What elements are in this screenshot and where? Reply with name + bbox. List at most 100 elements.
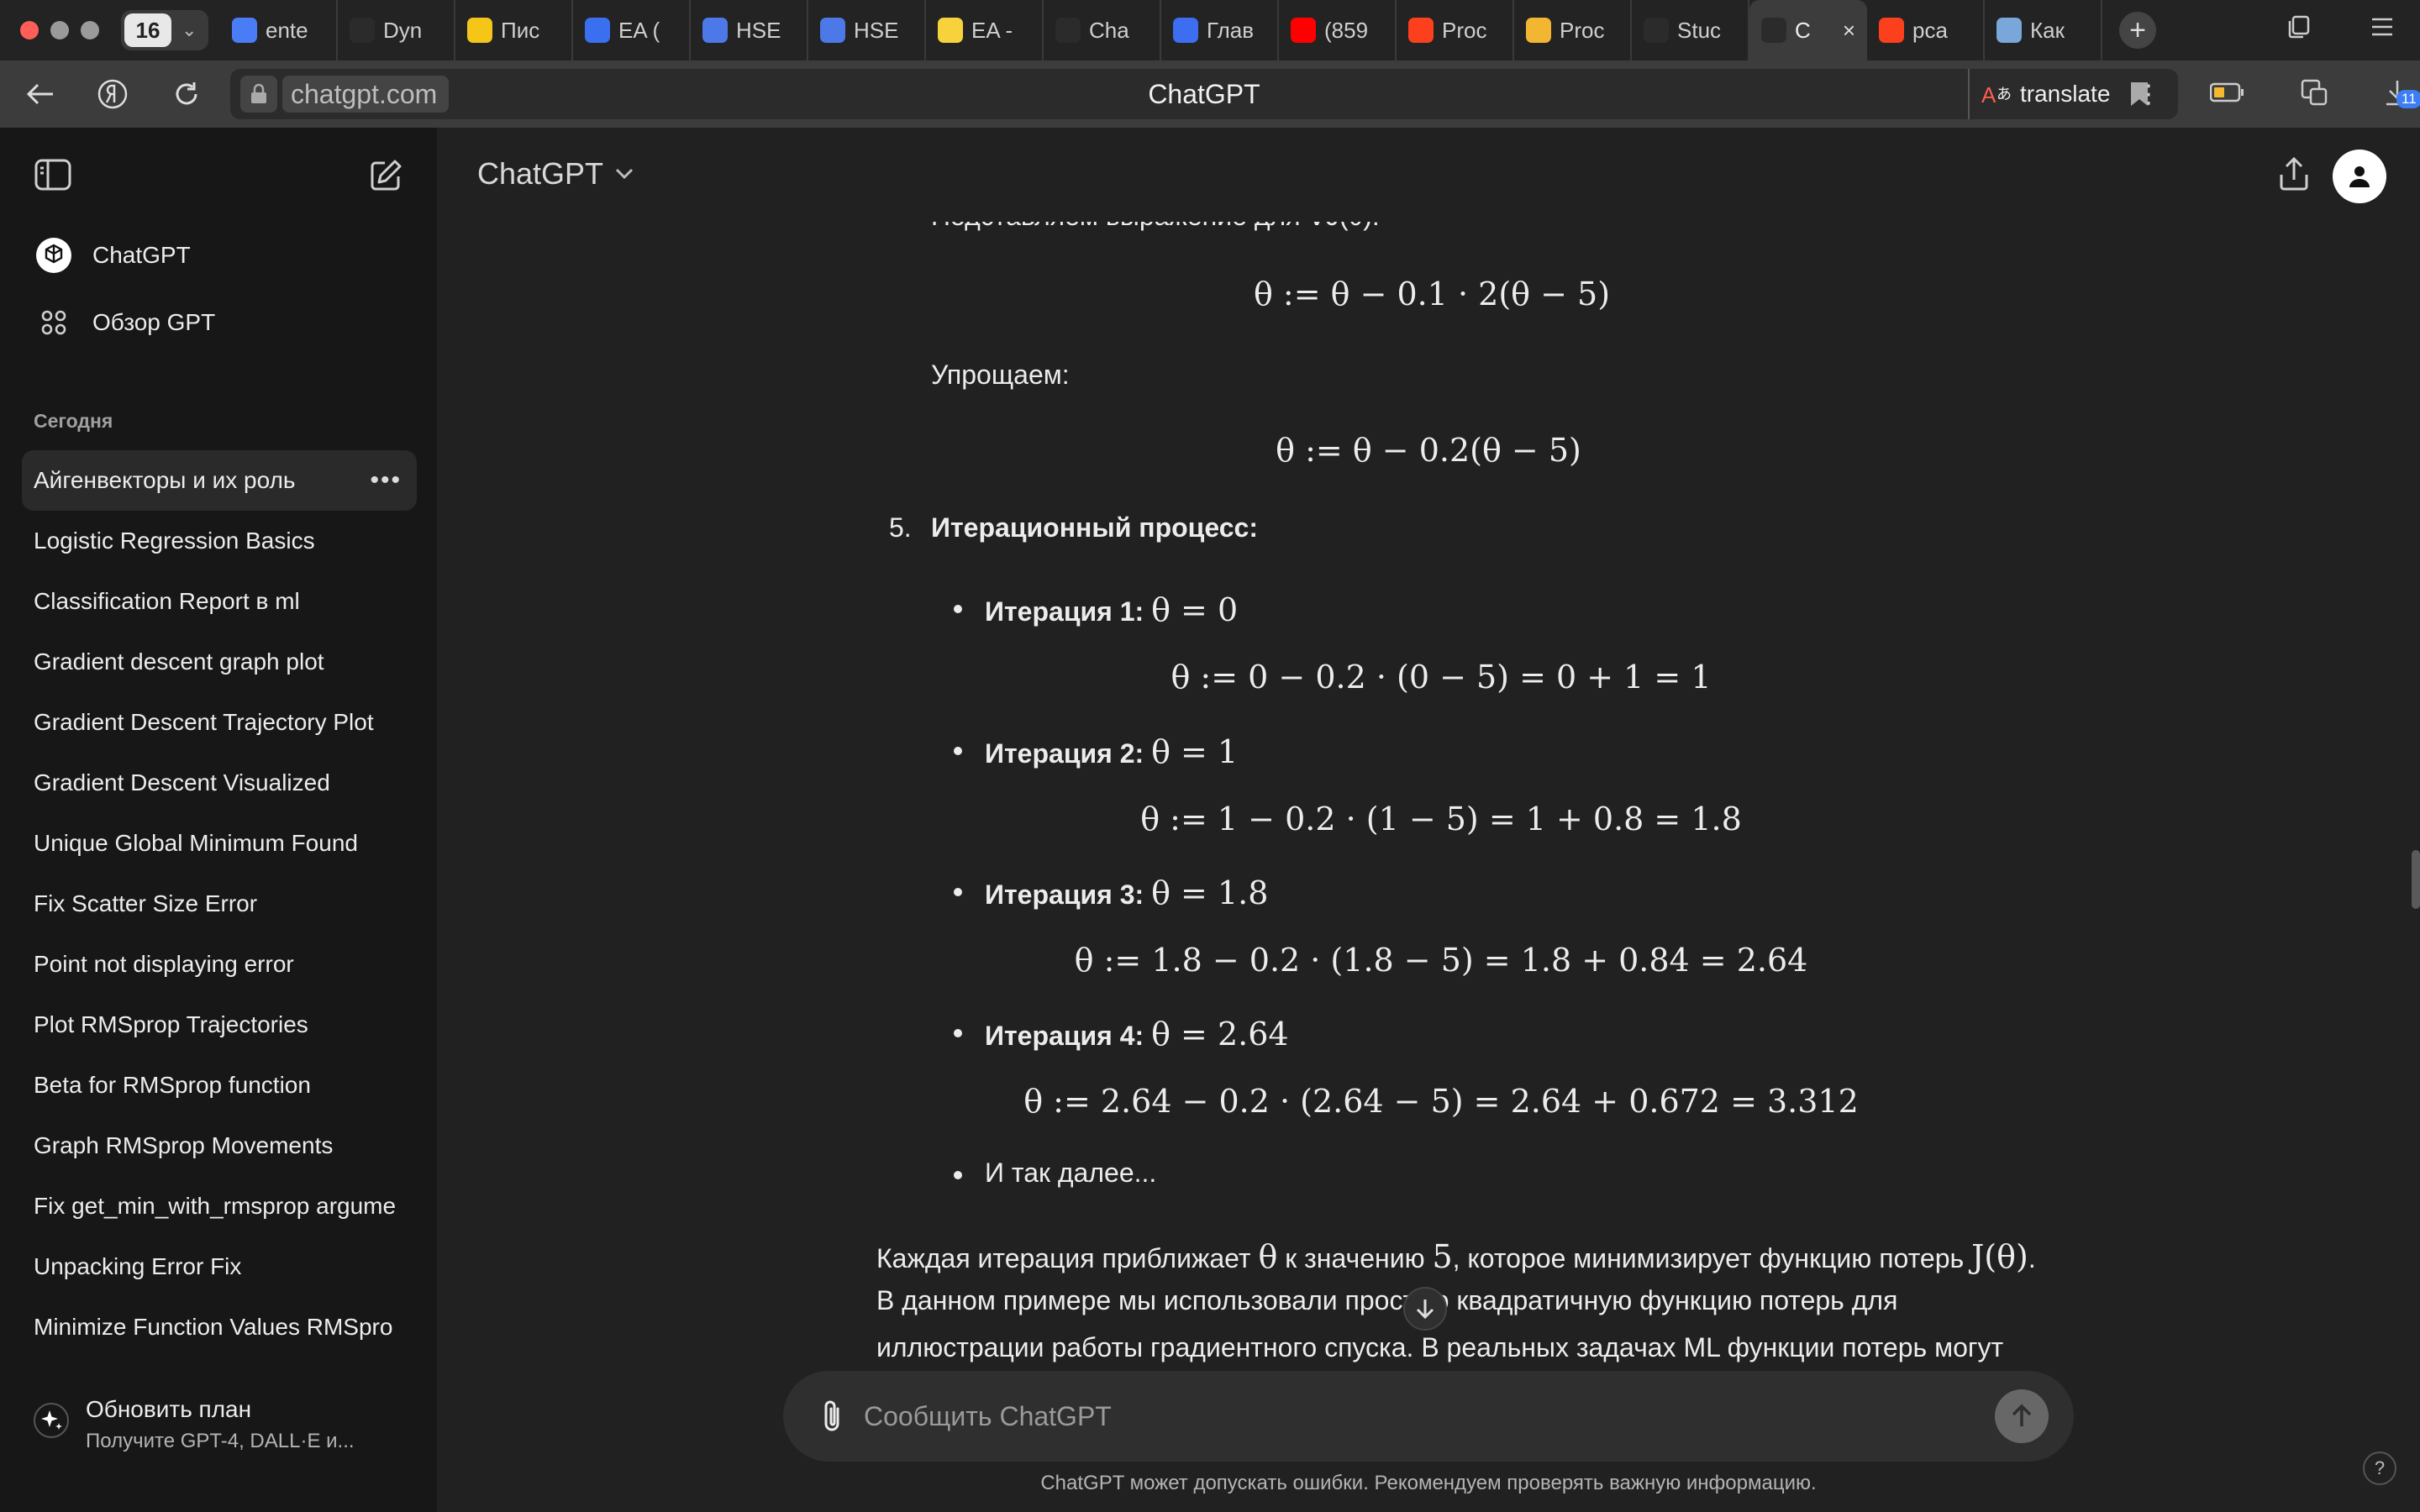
more-options-icon[interactable]: ••• — [370, 466, 402, 495]
browser-tab[interactable]: Как — [1985, 0, 2102, 60]
paragraph-line-2: В данном примере мы использовали простую… — [876, 1285, 1898, 1315]
battery-saver-icon[interactable] — [2209, 82, 2245, 107]
browser-tab[interactable]: Proc — [1514, 0, 1632, 60]
ea-icon — [585, 18, 610, 43]
browser-tab[interactable]: Stuc — [1632, 0, 1749, 60]
tab-title: C — [1795, 17, 1811, 43]
browser-tab[interactable]: EA - — [926, 0, 1044, 60]
address-field[interactable]: chatgpt.com ChatGPT — [230, 69, 2178, 119]
text-span: к значению — [1277, 1243, 1433, 1273]
browser-tab[interactable]: ente — [220, 0, 338, 60]
step-title: Итерационный процесс: — [931, 512, 1258, 543]
history-item[interactable]: Logistic Regression Basics — [22, 511, 417, 571]
reload-icon[interactable] — [170, 77, 203, 111]
paragraph-line-1: Каждая итерация приближает θ к значению … — [876, 1238, 2036, 1275]
tab-title: Пис — [501, 17, 540, 43]
upgrade-plan-button[interactable]: Обновить план Получите GPT-4, DALL·E и..… — [34, 1396, 355, 1453]
chevron-down-icon: ⌄ — [182, 19, 197, 40]
iteration-value: θ = 1.8 — [1151, 874, 1269, 911]
history-item[interactable]: Gradient descent graph plot — [22, 632, 417, 692]
browser-tab[interactable]: EA ( — [573, 0, 691, 60]
history-item[interactable]: Айгенвекторы и их роль ••• — [22, 450, 417, 511]
iteration-label: Итерация 2: — [985, 738, 1144, 769]
bullet — [954, 747, 962, 755]
user-avatar[interactable] — [2333, 150, 2386, 203]
history-item[interactable]: Point not displaying error — [22, 934, 417, 995]
browser-tab[interactable]: Глав — [1161, 0, 1279, 60]
browser-tab[interactable]: (859 — [1279, 0, 1397, 60]
help-button[interactable]: ? — [2363, 1452, 2396, 1485]
history-item-label: Classification Report в ml — [34, 588, 300, 614]
tab-title: ente — [266, 17, 308, 43]
tab-title: HSE — [736, 17, 781, 43]
close-window-button[interactable] — [20, 21, 39, 39]
translate-more-icon[interactable]: ⋮ — [2136, 80, 2161, 109]
browser-tab[interactable]: HSE — [808, 0, 926, 60]
browser-tab[interactable]: Proc — [1397, 0, 1514, 60]
history-item[interactable]: Unique Global Minimum Found — [22, 813, 417, 874]
browser-tab[interactable]: Cha — [1044, 0, 1161, 60]
message-input[interactable] — [864, 1391, 1956, 1441]
history-item[interactable]: Graph RMSprop Movements — [22, 1116, 417, 1176]
zoom-window-button[interactable] — [81, 21, 99, 39]
sidebar-toggle-icon[interactable] — [34, 158, 72, 197]
browser-tab-strip: 16 ⌄ ente Dyn Пис EA ( HSE HSE EA - Cha Глав (859… — [0, 0, 2420, 60]
tab-title: EA - — [971, 17, 1013, 43]
menu-icon[interactable] — [2370, 16, 2395, 45]
new-chat-icon[interactable] — [368, 158, 403, 197]
tab-count-button[interactable]: 16 ⌄ — [121, 10, 208, 50]
back-icon[interactable] — [24, 77, 57, 111]
history-item[interactable]: Fix get_min_with_rmsprop argume — [22, 1176, 417, 1236]
close-tab-icon[interactable]: × — [1843, 18, 1855, 44]
new-tab-button[interactable]: + — [2119, 12, 2156, 49]
conversation-header: ChatGPT — [437, 128, 2420, 222]
app-icon — [1996, 18, 2022, 43]
step-number: 5. — [889, 512, 912, 543]
sidebar-footer: Обновить план Получите GPT-4, DALL·E и..… — [0, 1374, 437, 1512]
history-item-label: Logistic Regression Basics — [34, 528, 315, 554]
attach-icon[interactable] — [812, 1396, 852, 1436]
model-selector[interactable]: ChatGPT — [477, 156, 634, 192]
math-span: 5 — [1432, 1238, 1453, 1275]
chat-history-list: Айгенвекторы и их роль ••• Logistic Regres… — [22, 450, 417, 1418]
minimize-window-button[interactable] — [50, 21, 69, 39]
browser-tab[interactable]: HSE — [691, 0, 808, 60]
sidebar-item-chatgpt[interactable]: ChatGPT — [34, 235, 191, 276]
send-button[interactable] — [1995, 1389, 2049, 1443]
sidebar-item-label: Обзор GPT — [92, 309, 216, 335]
scroll-to-bottom-button[interactable] — [1403, 1287, 1447, 1331]
yandex-logo-icon[interactable] — [96, 77, 129, 111]
text-span: , которое минимизирует функцию потерь — [1452, 1243, 1972, 1273]
browser-tab[interactable]: C × — [1749, 0, 1867, 60]
history-item[interactable]: Classification Report в ml — [22, 571, 417, 632]
history-item[interactable]: Minimize Function Values RMSpro — [22, 1297, 417, 1357]
tab-list: ente Dyn Пис EA (HSE HSE EA - Cha Глав (859 Proc P… — [220, 0, 2102, 60]
history-item[interactable]: Gradient Descent Trajectory Plot — [22, 692, 417, 753]
browser-tab[interactable]: Пис — [455, 0, 573, 60]
history-item[interactable]: Plot RMSprop Trajectories — [22, 995, 417, 1055]
tab-collections-icon[interactable] — [2286, 13, 2312, 47]
sidebar-item-explore-gpts[interactable]: Обзор GPT — [34, 302, 215, 343]
extensions-icon[interactable] — [2299, 77, 2329, 112]
translate-button[interactable]: Aあ translate ⋮ — [1968, 69, 2178, 119]
scrollbar-thumb[interactable] — [2412, 850, 2420, 909]
browser-tab[interactable]: pca — [1867, 0, 1985, 60]
etc-line: И так далее... — [985, 1158, 1157, 1188]
browser-tab[interactable]: Dyn — [338, 0, 455, 60]
github-icon — [1644, 18, 1669, 43]
history-item[interactable]: Gradient Descent Visualized — [22, 753, 417, 813]
history-item-label: Minimize Function Values RMSpro — [34, 1314, 393, 1340]
downloads-icon[interactable]: 11 — [2383, 78, 2420, 111]
history-item-label: Fix get_min_with_rmsprop argume — [34, 1193, 397, 1219]
translate-icon: Aあ — [1981, 82, 2012, 108]
tab-title: EA ( — [618, 17, 660, 43]
arrow-up-icon — [2012, 1404, 2032, 1426]
arrow-down-icon — [1416, 1299, 1434, 1320]
history-item[interactable]: Beta for RMSprop function — [22, 1055, 417, 1116]
page-title: ChatGPT — [1148, 78, 1260, 109]
tab-strip-actions — [2286, 0, 2395, 60]
history-item[interactable]: Unpacking Error Fix — [22, 1236, 417, 1297]
history-item[interactable]: Fix Scatter Size Error — [22, 874, 417, 934]
yandex-icon — [1879, 18, 1904, 43]
share-icon[interactable] — [2277, 156, 2311, 196]
